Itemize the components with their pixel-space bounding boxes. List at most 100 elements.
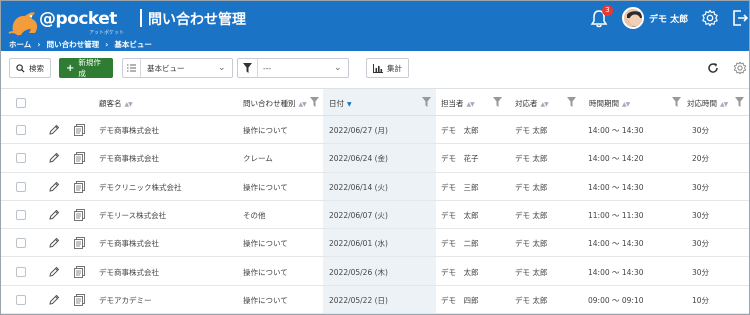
row-checkbox[interactable] [16, 181, 26, 192]
cell-responder: デモ 太郎 [515, 182, 548, 192]
app-header: @pocket アットポケット 問い合わせ管理 3 デモ 太郎 ホーム › 問い… [1, 1, 749, 51]
sort-icon: ▲▼ [540, 101, 549, 108]
filter-select[interactable]: --- ⌄ [237, 58, 349, 78]
pencil-icon[interactable] [48, 294, 60, 306]
cell-date: 2022/05/26 (木) [329, 267, 388, 277]
pencil-icon[interactable] [48, 124, 60, 136]
notification-badge: 3 [602, 5, 613, 16]
document-icon[interactable] [74, 293, 85, 306]
table-header: 顧客名 ▲▼ 問い合わせ種別 ▲▼ 日付 ▼ 担当者 ▲▼ 対応者 ▲▼ 時間期間 ▲▼ [1, 89, 749, 116]
cell-type: クレーム [243, 154, 273, 164]
column-header-type[interactable]: 問い合わせ種別 ▲▼ [243, 98, 307, 109]
search-button[interactable]: 検索 [9, 58, 51, 78]
sort-descending-icon: ▼ [347, 101, 352, 108]
table-row[interactable]: デモアカデミー 操作について 2022/05/22 (日) デモ 四郎 デモ 太郎 09:… [1, 286, 749, 314]
cell-assignee: デモ 花子 [441, 154, 479, 164]
pencil-icon[interactable] [48, 181, 60, 193]
avatar[interactable] [622, 7, 644, 29]
aggregate-button-label: 集計 [387, 63, 402, 73]
document-icon[interactable] [74, 124, 85, 136]
filter-icon[interactable] [672, 97, 681, 107]
cell-responder: デモ 太郎 [515, 154, 548, 164]
column-header-date[interactable]: 日付 ▼ [329, 98, 352, 109]
row-checkbox[interactable] [16, 266, 26, 277]
cell-assignee: デモ 二郎 [441, 239, 479, 249]
chevron-right-icon: › [105, 40, 109, 49]
filter-icon[interactable] [567, 97, 576, 107]
table-row[interactable]: デモリース株式会社 その他 2022/06/07 (火) デモ 太郎 デモ 太郎 11:0… [1, 201, 749, 230]
gear-icon[interactable] [701, 9, 719, 27]
cell-date: 2022/06/24 (金) [329, 154, 388, 164]
sort-icon: ▲▼ [466, 101, 475, 108]
table-row[interactable]: デモ商事株式会社 操作について 2022/06/27 (月) デモ 太郎 デモ 太郎 14… [1, 116, 749, 145]
toolbar: 検索 + 新規作成 基本ビュー ⌄ --- ⌄ 集計 [1, 51, 749, 85]
row-checkbox[interactable] [16, 294, 26, 305]
cell-type: 操作について [243, 267, 288, 277]
cell-duration: 30分 [692, 239, 710, 249]
row-checkbox[interactable] [16, 153, 26, 164]
select-all-checkbox[interactable] [16, 98, 26, 108]
row-checkbox[interactable] [16, 209, 26, 220]
cell-assignee: デモ 四郎 [441, 295, 479, 305]
column-header-responder[interactable]: 対応者 ▲▼ [515, 98, 549, 109]
cell-type: 操作について [243, 182, 288, 192]
cell-period: 11:00 ～ 11:30 [588, 210, 644, 220]
header-divider [140, 9, 142, 27]
sort-icon: ▲▼ [622, 101, 630, 108]
document-icon[interactable] [74, 237, 85, 250]
cell-customer: デモ商事株式会社 [99, 126, 159, 135]
cell-period: 14:00 ～ 14:30 [588, 267, 644, 277]
pencil-icon[interactable] [48, 209, 60, 221]
cell-duration: 30分 [692, 182, 710, 192]
document-icon[interactable] [74, 208, 85, 221]
document-icon[interactable] [74, 180, 85, 193]
column-header-customer[interactable]: 顧客名 ▲▼ [99, 98, 133, 109]
inquiry-table: 顧客名 ▲▼ 問い合わせ種別 ▲▼ 日付 ▼ 担当者 ▲▼ 対応者 ▲▼ 時間期間 ▲▼ [1, 88, 749, 314]
user-name[interactable]: デモ 太郎 [649, 12, 688, 25]
cell-date: 2022/06/07 (火) [329, 210, 388, 220]
table-row[interactable]: デモ商事株式会社 操作について 2022/06/01 (水) デモ 二郎 デモ 太郎 14… [1, 229, 749, 258]
settings-gear-icon[interactable] [733, 61, 747, 75]
plus-icon: + [66, 62, 75, 74]
cell-customer: デモリース株式会社 [99, 210, 167, 220]
user-photo-icon [624, 9, 642, 27]
logo-subtext: アットポケット [89, 30, 125, 36]
column-header-duration[interactable]: 対応時間 ▲▼ [687, 98, 728, 109]
sort-icon: ▲▼ [124, 101, 133, 108]
cell-responder: デモ 太郎 [515, 267, 548, 277]
chevron-down-icon: ⌄ [334, 63, 342, 73]
cell-assignee: デモ 太郎 [441, 267, 479, 277]
pencil-icon[interactable] [48, 237, 60, 249]
cell-duration: 30分 [692, 126, 710, 135]
pencil-icon[interactable] [48, 152, 60, 164]
new-create-button[interactable]: + 新規作成 [59, 58, 113, 78]
pencil-icon[interactable] [48, 266, 60, 278]
filter-icon[interactable] [310, 97, 319, 107]
breadcrumb-inquiry[interactable]: 問い合わせ管理 [47, 39, 100, 50]
column-header-assignee[interactable]: 担当者 ▲▼ [441, 98, 475, 109]
filter-icon[interactable] [493, 97, 502, 107]
table-row[interactable]: デモ商事株式会社 クレーム 2022/06/24 (金) デモ 花子 デモ 太郎 14:0… [1, 144, 749, 173]
document-icon[interactable] [74, 152, 85, 165]
table-row[interactable]: デモクリニック株式会社 操作について 2022/06/14 (火) デモ 三郎 デモ 太… [1, 173, 749, 201]
refresh-icon[interactable] [707, 62, 719, 74]
table-row[interactable]: デモ商事株式会社 操作について 2022/05/26 (木) デモ 太郎 デモ 太郎 14… [1, 258, 749, 286]
cell-period: 14:00 ～ 14:20 [588, 154, 644, 164]
filter-icon[interactable] [735, 97, 744, 107]
breadcrumb-home[interactable]: ホーム [9, 39, 31, 50]
cell-customer: デモ商事株式会社 [99, 239, 159, 249]
cell-assignee: デモ 太郎 [441, 126, 479, 135]
view-select-value: 基本ビュー [147, 63, 185, 73]
aggregate-button[interactable]: 集計 [366, 58, 409, 78]
search-icon [16, 63, 25, 73]
list-icon [123, 59, 141, 77]
document-icon[interactable] [74, 265, 85, 278]
column-header-period[interactable]: 時間期間 ▲▼ [589, 98, 630, 109]
breadcrumb-current: 基本ビュー [114, 40, 152, 49]
cell-customer: デモアカデミー [99, 295, 152, 305]
filter-icon[interactable] [422, 97, 431, 107]
row-checkbox[interactable] [16, 125, 26, 135]
row-checkbox[interactable] [16, 238, 26, 249]
view-select[interactable]: 基本ビュー ⌄ [122, 58, 233, 78]
logout-icon[interactable] [732, 9, 748, 27]
